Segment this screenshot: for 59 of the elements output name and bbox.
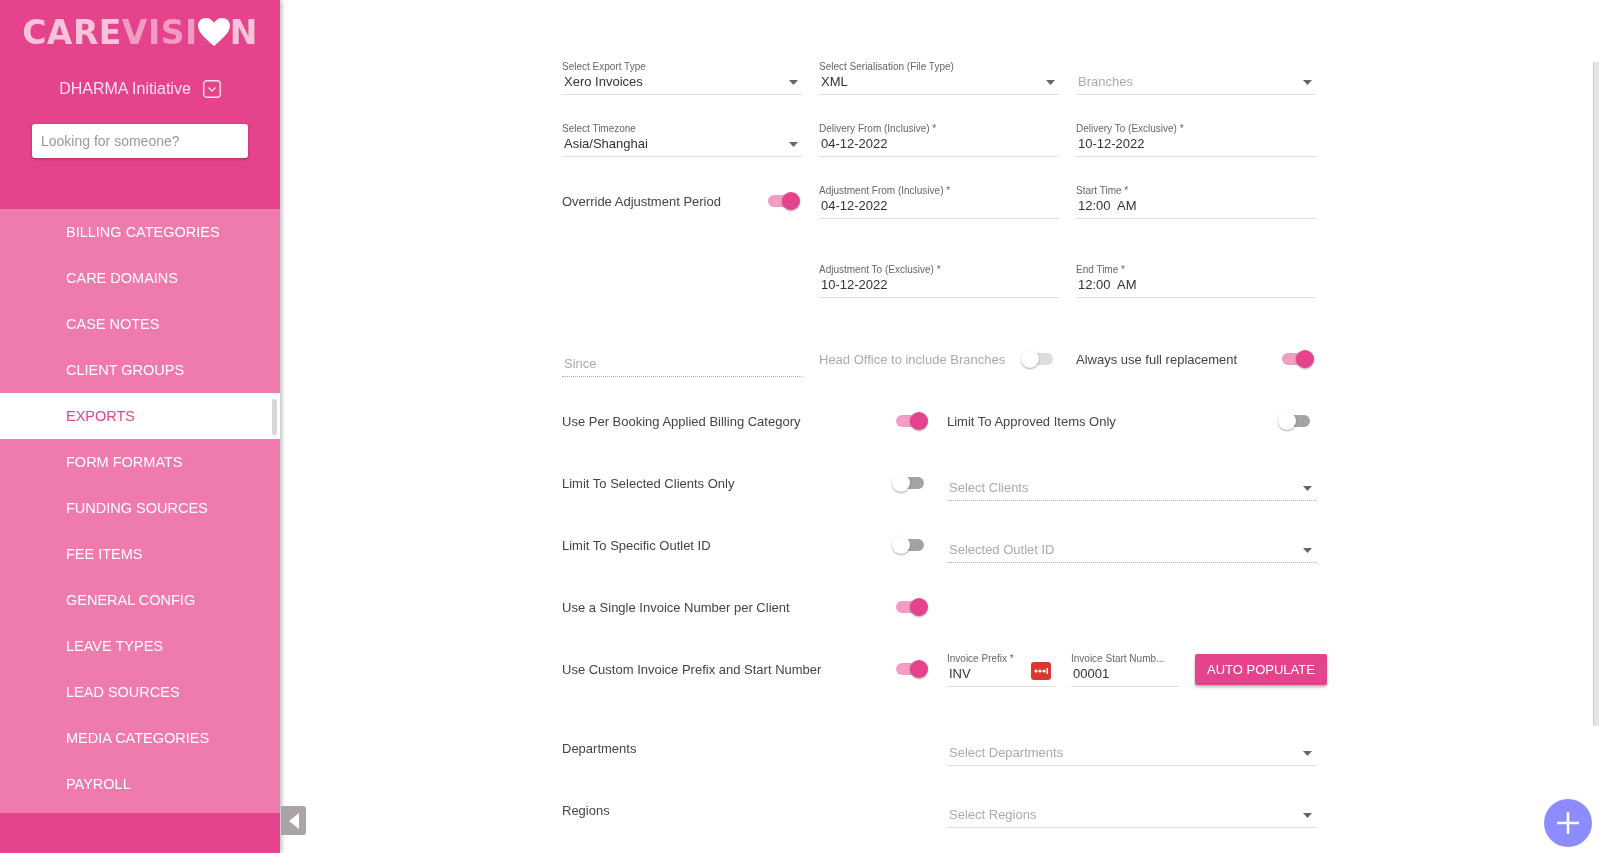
plus-icon bbox=[1557, 812, 1579, 834]
scrollbar-thumb[interactable] bbox=[272, 399, 277, 435]
chevron-down-icon[interactable] bbox=[202, 80, 221, 98]
dropdown-caret-icon bbox=[789, 142, 798, 147]
sidebar-item[interactable]: FEE ITEMS bbox=[0, 531, 280, 577]
sidebar-item[interactable]: PAYROLL bbox=[0, 761, 280, 807]
select-field[interactable]: Select Export Type Xero Invoices bbox=[562, 59, 802, 95]
input-field[interactable]: End Time * 12:00 AM bbox=[1076, 262, 1316, 298]
dropdown-caret-icon bbox=[789, 80, 798, 85]
sidebar-item[interactable]: CARE DOMAINS bbox=[0, 255, 280, 301]
sidebar-item[interactable]: LEAD SOURCES bbox=[0, 669, 280, 715]
dropdown-caret-icon bbox=[1303, 486, 1312, 491]
input-field[interactable]: Invoice Start Numb... 00001 bbox=[1071, 651, 1179, 687]
select-field[interactable]: Select Serialisation (File Type) XML bbox=[819, 59, 1059, 95]
toggle-label: Always use full replacement bbox=[1076, 351, 1238, 367]
input-field[interactable]: Adjustment From (Inclusive) * 04-12-2022 bbox=[819, 183, 1059, 219]
toggle-label: Use Custom Invoice Prefix and Start Number bbox=[562, 661, 822, 677]
search-field[interactable]: Looking for someone? bbox=[32, 124, 248, 158]
dropdown-caret-icon bbox=[1303, 751, 1312, 756]
select-field[interactable]: Select Regions bbox=[947, 792, 1316, 828]
toggle-label: Limit To Specific Outlet ID bbox=[562, 537, 711, 553]
triangle-left-icon bbox=[288, 812, 299, 829]
field-label: Departments bbox=[562, 740, 638, 756]
toggle-label: Limit To Selected Clients Only bbox=[562, 475, 735, 491]
toggle-label: Head Office to include Branches bbox=[819, 351, 1006, 367]
scrollbar-thumb[interactable] bbox=[1593, 62, 1599, 726]
heart-icon bbox=[197, 18, 230, 46]
dropdown-caret-icon bbox=[1046, 80, 1055, 85]
dropdown-caret-icon bbox=[1303, 813, 1312, 818]
auto-populate-button[interactable]: AUTO POPULATE bbox=[1195, 654, 1327, 685]
dots-icon[interactable] bbox=[1031, 662, 1051, 680]
dropdown-caret-icon bbox=[1303, 80, 1312, 85]
input-field[interactable]: Invoice Prefix * INV bbox=[947, 651, 1055, 687]
toggle-label: Limit To Approved Items Only bbox=[947, 413, 1116, 429]
sidebar-item[interactable]: MEDIA CATEGORIES bbox=[0, 715, 280, 761]
select-field[interactable]: Branches bbox=[1076, 59, 1316, 95]
select-field[interactable]: Select Departments bbox=[947, 730, 1316, 766]
input-field[interactable]: Start Time * 12:00 AM bbox=[1076, 183, 1316, 219]
sidebar-item[interactable]: FORM FORMATS bbox=[0, 439, 280, 485]
input-field[interactable]: Adjustment To (Exclusive) * 10-12-2022 bbox=[819, 262, 1059, 298]
input-field[interactable]: Delivery To (Exclusive) * 10-12-2022 bbox=[1076, 121, 1316, 157]
dropdown-caret-icon bbox=[1303, 548, 1312, 553]
select-field[interactable]: Select Timezone Asia/Shanghai bbox=[562, 121, 802, 157]
sidebar-item[interactable]: LEAVE TYPES bbox=[0, 623, 280, 669]
toggle-label: Override Adjustment Period bbox=[562, 193, 721, 209]
sidebar-item[interactable]: FUNDING SOURCES bbox=[0, 485, 280, 531]
toggle-label: Use a Single Invoice Number per Client bbox=[562, 599, 790, 615]
sidebar-item[interactable]: EXPORTS bbox=[0, 393, 280, 439]
sidebar-item[interactable]: CASE NOTES bbox=[0, 301, 280, 347]
add-button[interactable] bbox=[1544, 799, 1592, 847]
collapse-button[interactable] bbox=[281, 806, 306, 835]
sidebar-item[interactable]: CLIENT GROUPS bbox=[0, 347, 280, 393]
field-label: Regions bbox=[562, 802, 611, 818]
toggle-label: Use Per Booking Applied Billing Category bbox=[562, 413, 801, 429]
carevision-logo: CAREVISI N bbox=[22, 12, 258, 52]
input-field[interactable]: Delivery From (Inclusive) * 04-12-2022 bbox=[819, 121, 1059, 157]
sidebar-item[interactable]: BILLING CATEGORIES bbox=[0, 209, 280, 255]
sidebar-item[interactable]: GENERAL CONFIG bbox=[0, 577, 280, 623]
organisation-name: DHARMA Initiative bbox=[59, 80, 191, 98]
